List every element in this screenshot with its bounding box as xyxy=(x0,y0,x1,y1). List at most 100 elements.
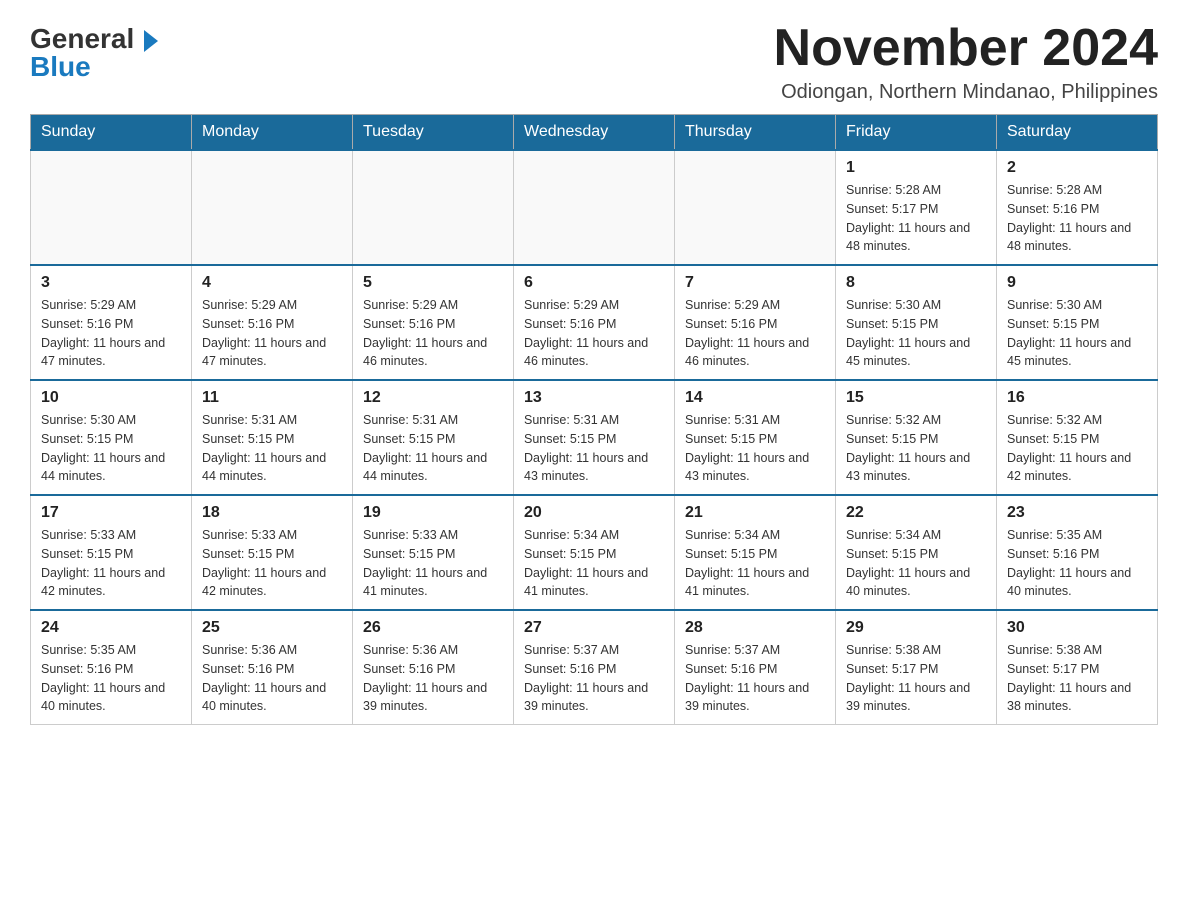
day-info: Sunrise: 5:34 AM Sunset: 5:15 PM Dayligh… xyxy=(685,526,825,601)
day-info: Sunrise: 5:33 AM Sunset: 5:15 PM Dayligh… xyxy=(202,526,342,601)
day-info: Sunrise: 5:31 AM Sunset: 5:15 PM Dayligh… xyxy=(202,411,342,486)
calendar-header-wednesday: Wednesday xyxy=(514,115,675,151)
calendar-cell xyxy=(192,150,353,265)
page-header: General Blue November 2024 Odiongan, Nor… xyxy=(30,20,1158,104)
day-info: Sunrise: 5:28 AM Sunset: 5:17 PM Dayligh… xyxy=(846,181,986,256)
calendar-cell: 26 Sunrise: 5:36 AM Sunset: 5:16 PM Dayli… xyxy=(353,610,514,725)
day-number: 4 xyxy=(202,274,342,292)
day-number: 14 xyxy=(685,389,825,407)
calendar-cell: 24 Sunrise: 5:35 AM Sunset: 5:16 PM Dayli… xyxy=(31,610,192,725)
calendar-cell: 4 Sunrise: 5:29 AM Sunset: 5:16 PM Daylig… xyxy=(192,265,353,380)
day-info: Sunrise: 5:34 AM Sunset: 5:15 PM Dayligh… xyxy=(846,526,986,601)
day-number: 13 xyxy=(524,389,664,407)
day-info: Sunrise: 5:30 AM Sunset: 5:15 PM Dayligh… xyxy=(1007,296,1147,371)
day-info: Sunrise: 5:38 AM Sunset: 5:17 PM Dayligh… xyxy=(846,641,986,716)
day-info: Sunrise: 5:29 AM Sunset: 5:16 PM Dayligh… xyxy=(363,296,503,371)
calendar-cell: 16 Sunrise: 5:32 AM Sunset: 5:15 PM Dayli… xyxy=(997,380,1158,495)
calendar-cell: 2Sunrise: 5:28 AM Sunset: 5:16 PM Daylig… xyxy=(997,150,1158,265)
calendar-cell: 17 Sunrise: 5:33 AM Sunset: 5:15 PM Dayli… xyxy=(31,495,192,610)
day-number: 7 xyxy=(685,274,825,292)
calendar-header-monday: Monday xyxy=(192,115,353,151)
calendar-cell: 5 Sunrise: 5:29 AM Sunset: 5:16 PM Daylig… xyxy=(353,265,514,380)
logo-general-text: General xyxy=(30,25,158,53)
month-year-title: November 2024 xyxy=(774,20,1158,77)
calendar-cell: 23Sunrise: 5:35 AM Sunset: 5:16 PM Dayli… xyxy=(997,495,1158,610)
calendar-week-row: 1Sunrise: 5:28 AM Sunset: 5:17 PM Daylig… xyxy=(31,150,1158,265)
calendar-cell: 13 Sunrise: 5:31 AM Sunset: 5:15 PM Dayli… xyxy=(514,380,675,495)
location-title: Odiongan, Northern Mindanao, Philippines xyxy=(774,81,1158,104)
day-info: Sunrise: 5:30 AM Sunset: 5:15 PM Dayligh… xyxy=(41,411,181,486)
day-number: 15 xyxy=(846,389,986,407)
day-number: 8 xyxy=(846,274,986,292)
calendar-header-thursday: Thursday xyxy=(675,115,836,151)
day-number: 6 xyxy=(524,274,664,292)
calendar-cell: 6 Sunrise: 5:29 AM Sunset: 5:16 PM Daylig… xyxy=(514,265,675,380)
day-number: 20 xyxy=(524,504,664,522)
calendar-cell: 27 Sunrise: 5:37 AM Sunset: 5:16 PM Dayli… xyxy=(514,610,675,725)
calendar-table: SundayMondayTuesdayWednesdayThursdayFrid… xyxy=(30,114,1158,725)
day-info: Sunrise: 5:35 AM Sunset: 5:16 PM Dayligh… xyxy=(41,641,181,716)
calendar-cell: 20 Sunrise: 5:34 AM Sunset: 5:15 PM Dayli… xyxy=(514,495,675,610)
calendar-header-friday: Friday xyxy=(836,115,997,151)
day-number: 30 xyxy=(1007,619,1147,637)
calendar-cell: 19 Sunrise: 5:33 AM Sunset: 5:15 PM Dayli… xyxy=(353,495,514,610)
day-info: Sunrise: 5:37 AM Sunset: 5:16 PM Dayligh… xyxy=(685,641,825,716)
day-info: Sunrise: 5:31 AM Sunset: 5:15 PM Dayligh… xyxy=(363,411,503,486)
day-number: 29 xyxy=(846,619,986,637)
calendar-cell xyxy=(675,150,836,265)
day-number: 12 xyxy=(363,389,503,407)
calendar-cell: 9 Sunrise: 5:30 AM Sunset: 5:15 PM Daylig… xyxy=(997,265,1158,380)
calendar-header-sunday: Sunday xyxy=(31,115,192,151)
day-number: 25 xyxy=(202,619,342,637)
day-info: Sunrise: 5:37 AM Sunset: 5:16 PM Dayligh… xyxy=(524,641,664,716)
day-number: 21 xyxy=(685,504,825,522)
calendar-week-row: 24 Sunrise: 5:35 AM Sunset: 5:16 PM Dayli… xyxy=(31,610,1158,725)
day-number: 18 xyxy=(202,504,342,522)
day-number: 26 xyxy=(363,619,503,637)
day-info: Sunrise: 5:34 AM Sunset: 5:15 PM Dayligh… xyxy=(524,526,664,601)
title-section: November 2024 Odiongan, Northern Mindana… xyxy=(774,20,1158,104)
day-info: Sunrise: 5:36 AM Sunset: 5:16 PM Dayligh… xyxy=(202,641,342,716)
day-info: Sunrise: 5:28 AM Sunset: 5:16 PM Dayligh… xyxy=(1007,181,1147,256)
calendar-cell: 10Sunrise: 5:30 AM Sunset: 5:15 PM Dayli… xyxy=(31,380,192,495)
calendar-week-row: 10Sunrise: 5:30 AM Sunset: 5:15 PM Dayli… xyxy=(31,380,1158,495)
calendar-header-row: SundayMondayTuesdayWednesdayThursdayFrid… xyxy=(31,115,1158,151)
calendar-cell: 12 Sunrise: 5:31 AM Sunset: 5:15 PM Dayli… xyxy=(353,380,514,495)
day-number: 23 xyxy=(1007,504,1147,522)
calendar-cell: 22 Sunrise: 5:34 AM Sunset: 5:15 PM Dayli… xyxy=(836,495,997,610)
calendar-cell: 21 Sunrise: 5:34 AM Sunset: 5:15 PM Dayli… xyxy=(675,495,836,610)
day-info: Sunrise: 5:31 AM Sunset: 5:15 PM Dayligh… xyxy=(685,411,825,486)
day-number: 17 xyxy=(41,504,181,522)
day-number: 16 xyxy=(1007,389,1147,407)
calendar-cell: 14 Sunrise: 5:31 AM Sunset: 5:15 PM Dayli… xyxy=(675,380,836,495)
calendar-week-row: 17 Sunrise: 5:33 AM Sunset: 5:15 PM Dayli… xyxy=(31,495,1158,610)
day-info: Sunrise: 5:31 AM Sunset: 5:15 PM Dayligh… xyxy=(524,411,664,486)
day-number: 24 xyxy=(41,619,181,637)
day-info: Sunrise: 5:29 AM Sunset: 5:16 PM Dayligh… xyxy=(524,296,664,371)
day-info: Sunrise: 5:32 AM Sunset: 5:15 PM Dayligh… xyxy=(1007,411,1147,486)
calendar-cell: 15 Sunrise: 5:32 AM Sunset: 5:15 PM Dayli… xyxy=(836,380,997,495)
day-info: Sunrise: 5:36 AM Sunset: 5:16 PM Dayligh… xyxy=(363,641,503,716)
calendar-cell: 18 Sunrise: 5:33 AM Sunset: 5:15 PM Dayli… xyxy=(192,495,353,610)
day-number: 5 xyxy=(363,274,503,292)
day-info: Sunrise: 5:33 AM Sunset: 5:15 PM Dayligh… xyxy=(41,526,181,601)
calendar-cell: 11Sunrise: 5:31 AM Sunset: 5:15 PM Dayli… xyxy=(192,380,353,495)
day-number: 9 xyxy=(1007,274,1147,292)
logo-blue-text: Blue xyxy=(30,53,91,81)
day-info: Sunrise: 5:33 AM Sunset: 5:15 PM Dayligh… xyxy=(363,526,503,601)
calendar-header-saturday: Saturday xyxy=(997,115,1158,151)
day-number: 27 xyxy=(524,619,664,637)
day-info: Sunrise: 5:30 AM Sunset: 5:15 PM Dayligh… xyxy=(846,296,986,371)
calendar-cell xyxy=(353,150,514,265)
day-info: Sunrise: 5:32 AM Sunset: 5:15 PM Dayligh… xyxy=(846,411,986,486)
day-info: Sunrise: 5:29 AM Sunset: 5:16 PM Dayligh… xyxy=(41,296,181,371)
calendar-cell: 3 Sunrise: 5:29 AM Sunset: 5:16 PM Daylig… xyxy=(31,265,192,380)
day-number: 19 xyxy=(363,504,503,522)
calendar-cell: 28Sunrise: 5:37 AM Sunset: 5:16 PM Dayli… xyxy=(675,610,836,725)
day-number: 22 xyxy=(846,504,986,522)
day-info: Sunrise: 5:29 AM Sunset: 5:16 PM Dayligh… xyxy=(202,296,342,371)
calendar-cell: 25 Sunrise: 5:36 AM Sunset: 5:16 PM Dayli… xyxy=(192,610,353,725)
calendar-cell: 7Sunrise: 5:29 AM Sunset: 5:16 PM Daylig… xyxy=(675,265,836,380)
calendar-week-row: 3 Sunrise: 5:29 AM Sunset: 5:16 PM Daylig… xyxy=(31,265,1158,380)
day-number: 3 xyxy=(41,274,181,292)
